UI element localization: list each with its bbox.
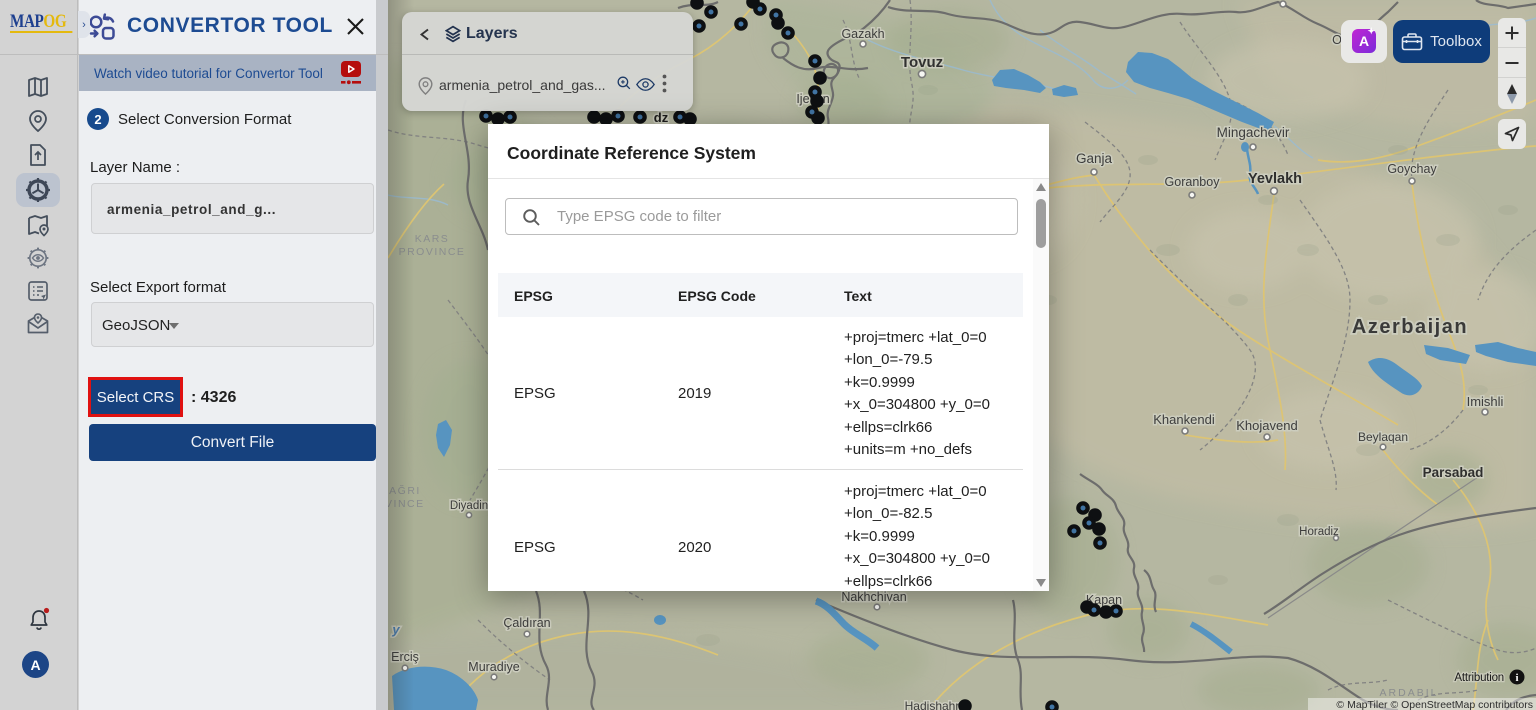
svg-text:Attribution: Attribution	[1454, 672, 1504, 684]
svg-text:i: i	[1515, 672, 1518, 684]
svg-text:© MapTiler © OpenStreetMap con: © MapTiler © OpenStreetMap contributors	[1336, 699, 1533, 710]
